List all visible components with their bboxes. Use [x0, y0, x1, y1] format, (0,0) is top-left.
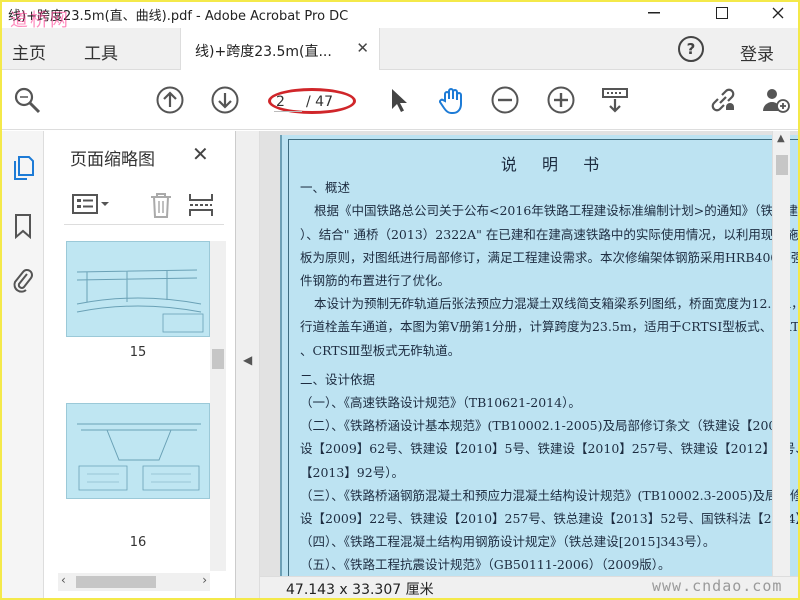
thumbnail-list: 15 16 — [58, 241, 210, 566]
page-number-input[interactable] — [274, 92, 302, 112]
maximize-icon — [716, 7, 728, 19]
tab-bar: 主页 工具 线)+跨度23.5m(直... ✕ ? 登录 — [2, 28, 798, 70]
doc-line: 件钢筋的布置进行了优化。 — [300, 273, 451, 289]
delete-page-icon[interactable] — [148, 191, 174, 219]
doc-line: 板为原则，对图纸进行局部修订，满足工程建设需求。本次修编架体钢筋采用HRB400… — [300, 249, 798, 265]
document-vertical-scrollbar[interactable]: ▲ — [772, 131, 790, 576]
bookmark-icon[interactable] — [11, 213, 35, 239]
document-tab-label: 线)+跨度23.5m(直... — [195, 44, 332, 60]
doc-line: 设【2009】62号、铁建设【2010】5号、铁建设【2010】257号、铁建设… — [300, 441, 798, 457]
scrollbar-thumb[interactable] — [76, 576, 156, 588]
acrobat-window: 线)+跨度23.5m(直、曲线).pdf - Adobe Acrobat Pro… — [2, 2, 798, 598]
thumbnail-horizontal-scrollbar[interactable]: ‹ › — [58, 573, 210, 591]
doc-line: （四）、《铁路工程混凝土结构用钢筋设计规定》（铁总建设[2015]343号）。 — [300, 534, 716, 550]
document-title: 说 明 书 — [500, 155, 610, 174]
scrollbar-thumb[interactable] — [776, 155, 788, 175]
close-window-button[interactable] — [758, 2, 798, 24]
hand-tool-icon[interactable] — [437, 85, 467, 115]
thumbnail-drawing — [76, 269, 204, 333]
title-bar: 线)+跨度23.5m(直、曲线).pdf - Adobe Acrobat Pro… — [2, 2, 798, 31]
zoom-search-icon[interactable] — [12, 85, 42, 115]
collapse-arrow-icon[interactable]: ◀ — [243, 353, 252, 367]
next-page-icon[interactable] — [210, 85, 240, 115]
doc-line: 设【2009】22号、铁建设【2010】257号、铁总建设【2013】52号、国… — [300, 511, 798, 527]
thumbnail-page-number: 16 — [129, 535, 147, 550]
help-icon[interactable]: ? — [678, 36, 704, 62]
thumbnail-page-number: 15 — [129, 345, 147, 360]
previous-page-icon[interactable] — [155, 85, 185, 115]
doc-line: 、CRTSⅢ型板式无砟轨道。 — [300, 342, 461, 358]
doc-line: 行道栓盖车通道，本图为第Ⅴ册第1分册，计算跨度为23.5m，适用于CRTSⅠ型板… — [300, 319, 798, 335]
thumbnail-panel-title: 页面缩略图 — [70, 150, 155, 170]
tab-home[interactable]: 主页 — [12, 39, 46, 64]
maximize-button[interactable] — [702, 2, 742, 24]
doc-line: （五）、《铁路工程抗震设计规范》（GB50111-2006）（2009版）。 — [300, 557, 671, 573]
page-thumbnail-16[interactable] — [66, 403, 210, 499]
minimize-button[interactable] — [634, 2, 674, 24]
close-tab-icon[interactable]: ✕ — [356, 39, 369, 57]
scroll-right-icon[interactable]: › — [202, 573, 207, 587]
close-icon — [772, 7, 784, 19]
thumbnail-options-icon[interactable] — [72, 193, 112, 217]
thumbnail-toolbar — [64, 185, 224, 225]
thumbnail-panel: 页面缩略图 ✕ 15 16 ‹ › — [44, 131, 236, 598]
doc-line: 二、设计依据 — [300, 371, 376, 387]
doc-line: （二）、《铁路桥涵设计基本规范》(TB10002.1-2005)及局部修订条文（… — [300, 418, 798, 434]
doc-line: （一）、《高速铁路设计规范》（TB10621-2014）。 — [300, 395, 581, 411]
attachment-icon[interactable] — [11, 267, 35, 293]
document-viewer[interactable]: 说 明 书 一、概述 根据《中国铁路总公司关于公布<2016年铁路工程建设标准编… — [260, 131, 798, 576]
page-total: / 47 — [306, 94, 333, 110]
page-size-readout: 47.143 x 33.307 厘米 — [286, 582, 434, 598]
share-link-icon[interactable] — [708, 85, 738, 115]
doc-line: 一、概述 — [300, 180, 351, 196]
doc-line: 根据《中国铁路总公司关于公布<2016年铁路工程建设标准编制计划>的通知》（铁总… — [314, 203, 798, 219]
scroll-up-icon[interactable]: ▲ — [777, 133, 785, 144]
site-watermark: www.cndao.com — [652, 577, 783, 595]
minimize-icon — [648, 12, 660, 14]
doc-line: 【2013】92号）。 — [300, 464, 404, 480]
panel-collapse-handle[interactable]: ◀ — [236, 131, 260, 598]
login-button[interactable]: 登录 — [740, 40, 774, 65]
tab-tools[interactable]: 工具 — [84, 39, 118, 64]
left-rail — [2, 131, 44, 598]
status-bar: 47.143 x 33.307 厘米 www.cndao.com — [260, 576, 798, 598]
page-thumbnails-icon[interactable] — [11, 155, 35, 181]
close-panel-icon[interactable]: ✕ — [192, 142, 209, 166]
doc-line: （三）、《铁路桥涵钢筋混凝土和预应力混凝土结构设计规范》(TB10002.3-2… — [300, 487, 798, 503]
select-cursor-icon[interactable] — [384, 85, 414, 115]
doc-line: ）、结合" 通桥（2013）2322A" 在已建和在建高速铁路中的实际使用情况，… — [300, 226, 798, 242]
toolbar: / 47 — [2, 70, 798, 130]
zoom-out-icon[interactable] — [490, 85, 520, 115]
zoom-in-icon[interactable] — [546, 85, 576, 115]
add-user-icon[interactable] — [760, 85, 790, 115]
tab-document[interactable]: 线)+跨度23.5m(直... ✕ — [180, 28, 380, 70]
page-thumbnail-15[interactable] — [66, 241, 210, 337]
scrollbar-thumb[interactable] — [212, 349, 224, 369]
doc-line: 本设计为预制无砟轨道后张法预应力混凝土双线简支箱梁系列图纸，桥面宽度为12.6m… — [314, 296, 798, 312]
scroll-mode-icon[interactable] — [600, 85, 630, 115]
document-text: 说 明 书 一、概述 根据《中国铁路总公司关于公布<2016年铁路工程建设标准编… — [300, 153, 798, 576]
thumbnail-vertical-scrollbar[interactable] — [210, 241, 226, 571]
scroll-left-icon[interactable]: ‹ — [61, 573, 66, 587]
thumbnail-drawing — [77, 423, 201, 491]
insert-page-icon[interactable] — [188, 191, 214, 219]
